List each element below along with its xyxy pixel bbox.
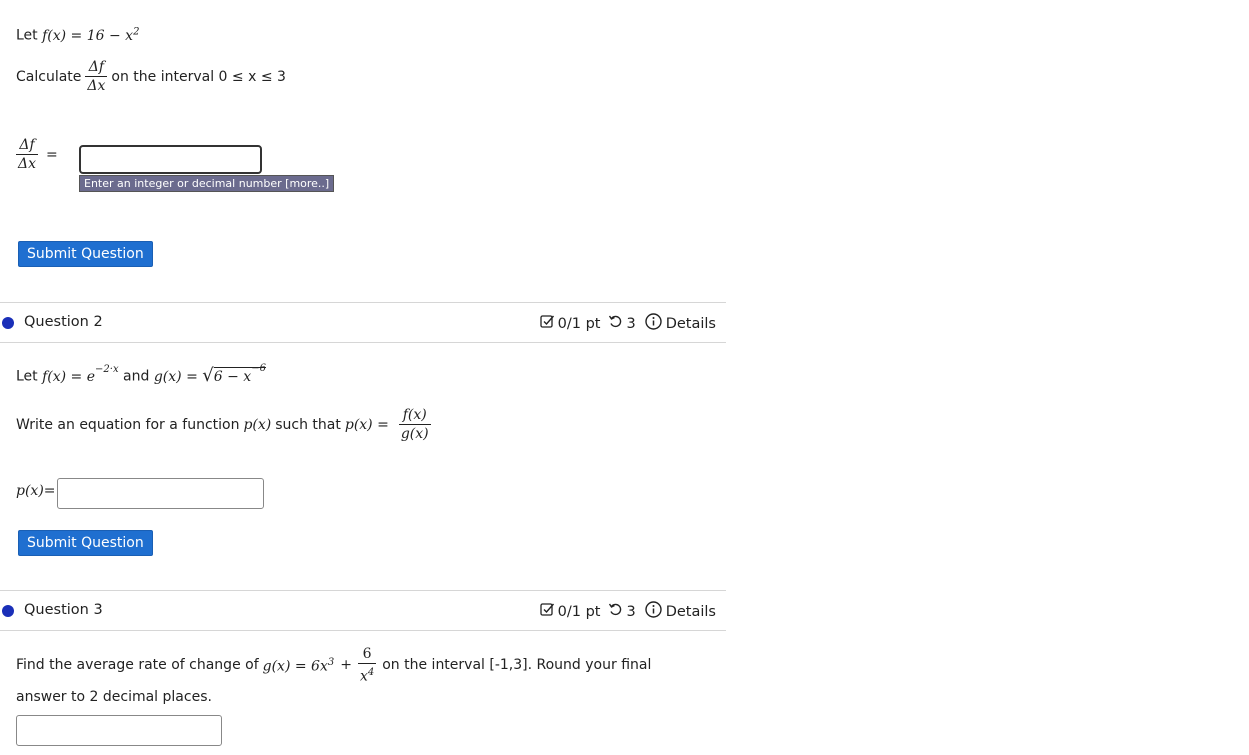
q3-meta: 0/1 pt 3 Details xyxy=(539,601,716,622)
q3-answer-input[interactable] xyxy=(16,715,222,746)
q2-submit-button[interactable]: Submit Question xyxy=(18,530,153,556)
q1-submit-button[interactable]: Submit Question xyxy=(18,241,153,267)
q2-definition: Let f(x) = e−2·x and g(x) = √6 − x−6 xyxy=(16,360,266,386)
retry-icon xyxy=(608,314,623,333)
q2-bottom-divider xyxy=(0,342,726,343)
q1-calculate-line: Calculate Δf Δx on the interval 0 ≤ x ≤ … xyxy=(16,58,286,95)
q1-delta-fraction: Δf Δx xyxy=(85,59,108,94)
q2-such-that: such that xyxy=(275,416,341,433)
checkbox-pen-icon xyxy=(539,314,555,333)
q2-header: Question 2 0/1 pt 3 Details xyxy=(0,303,726,342)
q3-fraction: 6 x4 xyxy=(357,646,377,685)
q3-prompt-suffix: on the interval [-1,3]. Round your final xyxy=(382,657,652,674)
q3-tries: 3 xyxy=(626,603,636,620)
q2-let-label: Let xyxy=(16,368,38,385)
q1-answer-hint[interactable]: Enter an integer or decimal number [more… xyxy=(79,175,335,192)
q3-g-def: g(x) = 6x3 xyxy=(262,656,335,675)
q2-meta: 0/1 pt 3 Details xyxy=(539,313,716,334)
q3-prompt-line2: answer to 2 decimal places. xyxy=(16,689,212,705)
q2-g-def: g(x) = √6 − x−6 xyxy=(153,363,266,386)
q2-details-link[interactable]: Details xyxy=(666,316,716,332)
q3-score: 0/1 pt xyxy=(557,603,601,620)
q2-answer-input[interactable] xyxy=(57,478,264,509)
checkbox-pen-icon xyxy=(539,602,555,621)
q2-prompt-text: Write an equation for a function xyxy=(16,416,240,433)
q3-plus: + xyxy=(340,657,352,674)
q3-header: Question 3 0/1 pt 3 Details xyxy=(0,591,726,630)
q2-tries: 3 xyxy=(626,315,636,332)
q1-equals: = xyxy=(46,146,58,163)
q1-calculate-label: Calculate xyxy=(16,68,82,85)
q2-title[interactable]: Question 2 xyxy=(24,314,103,330)
q1-function-def: f(x) = 16 − x2 xyxy=(42,26,140,44)
q1-interval-text: on the interval 0 ≤ x ≤ 3 xyxy=(111,68,286,85)
q3-bottom-divider xyxy=(0,630,726,631)
q3-prompt-text: Find the average rate of change of xyxy=(16,657,259,674)
q1-answer-input[interactable] xyxy=(79,145,262,174)
q2-input-label: p(x)= xyxy=(16,483,56,499)
q3-title[interactable]: Question 3 xyxy=(24,602,103,618)
q1-definition: Let f(x) = 16 − x2 xyxy=(16,20,139,44)
q2-status-dot xyxy=(2,317,14,329)
info-icon[interactable] xyxy=(645,313,662,334)
q2-p-eq: p(x) = xyxy=(344,416,389,433)
q2-and-label: and xyxy=(123,368,150,385)
q2-f-def: f(x) = e−2·x xyxy=(42,364,119,385)
q2-score: 0/1 pt xyxy=(557,315,601,332)
retry-icon xyxy=(608,602,623,621)
q1-answer-row: Δf Δx = xyxy=(16,136,70,173)
q1-let-label: Let xyxy=(16,27,38,44)
q2-p-var: p(x) xyxy=(243,416,272,433)
q3-prompt: Find the average rate of change of g(x) … xyxy=(16,645,651,686)
q1-answer-fraction: Δf Δx xyxy=(16,137,39,172)
q2-prompt: Write an equation for a function p(x) su… xyxy=(16,406,431,443)
q3-status-dot xyxy=(2,605,14,617)
info-icon[interactable] xyxy=(645,601,662,622)
q3-details-link[interactable]: Details xyxy=(666,604,716,620)
q2-ratio-fraction: f(x) g(x) xyxy=(398,407,431,442)
